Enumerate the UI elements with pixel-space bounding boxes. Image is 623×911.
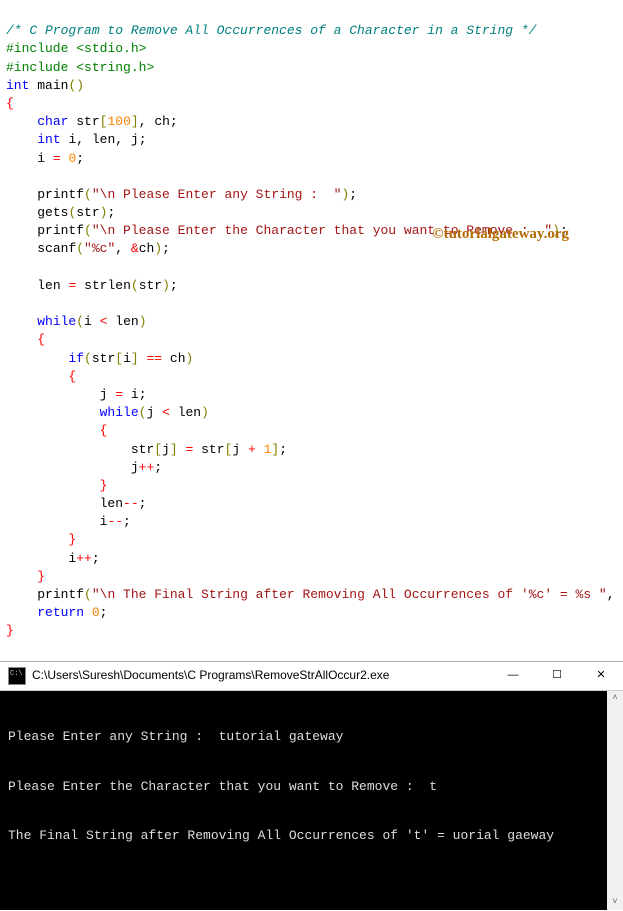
scroll-up-button[interactable]: ˄ xyxy=(607,691,623,707)
console-titlebar[interactable]: C:\Users\Suresh\Documents\C Programs\Rem… xyxy=(0,662,623,691)
scrollbar[interactable]: ˄ ˅ xyxy=(607,691,623,911)
code-editor: /* C Program to Remove All Occurrences o… xyxy=(0,0,623,661)
console-output: Please Enter any String : tutorial gatew… xyxy=(0,691,623,911)
comment-line: /* C Program to Remove All Occurrences o… xyxy=(6,23,537,38)
scroll-down-button[interactable]: ˅ xyxy=(607,894,623,910)
console-line: Please Enter the Character that you want… xyxy=(8,779,437,794)
console-app-icon xyxy=(8,667,26,685)
preproc-include: #include <string.h> xyxy=(6,60,154,75)
console-line: Please Enter any String : tutorial gatew… xyxy=(8,729,343,744)
close-button[interactable]: ✕ xyxy=(579,662,623,690)
console-title: C:\Users\Suresh\Documents\C Programs\Rem… xyxy=(32,667,491,684)
maximize-button[interactable]: ☐ xyxy=(535,662,579,690)
watermark-text: ©tutorialgateway.org xyxy=(432,224,569,245)
minimize-button[interactable]: — xyxy=(491,662,535,690)
console-line: The Final String after Removing All Occu… xyxy=(8,828,554,843)
console-window: C:\Users\Suresh\Documents\C Programs\Rem… xyxy=(0,661,623,911)
preproc-include: #include <stdio.h> xyxy=(6,41,146,56)
